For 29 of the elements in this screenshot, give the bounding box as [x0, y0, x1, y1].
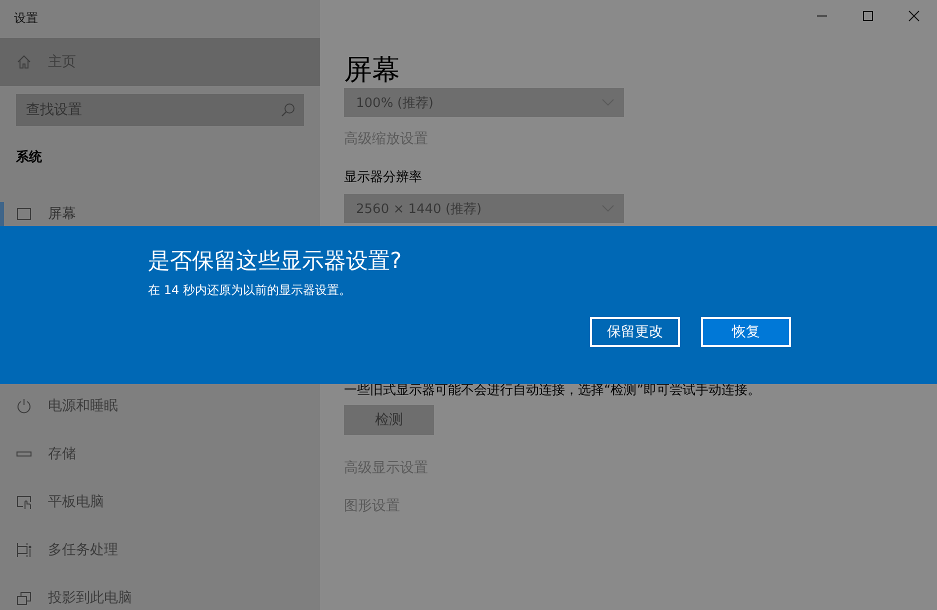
sidebar-item-label: 平板电脑	[48, 493, 104, 511]
tablet-icon	[16, 494, 32, 510]
window-title: 设置	[13, 10, 39, 27]
keep-button[interactable]: 保留更改	[590, 317, 680, 347]
search-icon	[280, 102, 296, 118]
page-title: 屏幕	[344, 52, 400, 88]
sidebar-item-label: 投影到此电脑	[48, 589, 132, 607]
sidebar-item-label: 多任务处理	[48, 541, 118, 559]
sidebar-item-label: 存储	[48, 445, 76, 463]
project-icon	[16, 590, 32, 606]
detect-button[interactable]: 检测	[344, 405, 434, 435]
multitask-icon	[16, 542, 32, 558]
power-icon	[16, 398, 32, 414]
selection-indicator	[0, 202, 4, 226]
sidebar-item[interactable]: 平板电脑	[0, 478, 320, 526]
sidebar-item[interactable]: 多任务处理	[0, 526, 320, 574]
sidebar-item[interactable]: 存储	[0, 430, 320, 478]
display-icon	[16, 206, 32, 222]
resolution-label: 显示器分辨率	[344, 169, 422, 186]
revert-button[interactable]: 恢复	[701, 317, 791, 347]
dialog-title: 是否保留这些显示器设置?	[148, 248, 403, 276]
sidebar-item[interactable]: 投影到此电脑	[0, 574, 320, 610]
sidebar-item-label: 屏幕	[48, 205, 76, 223]
home-icon	[16, 54, 32, 70]
sidebar-item[interactable]: 屏幕	[0, 190, 320, 238]
section-heading: 系统	[15, 148, 43, 167]
sidebar-item-label: 电源和睡眠	[48, 397, 118, 415]
sidebar-item[interactable]: 电源和睡眠	[0, 382, 320, 430]
dialog-message: 在 14 秒内还原为以前的显示器设置。	[148, 282, 352, 299]
